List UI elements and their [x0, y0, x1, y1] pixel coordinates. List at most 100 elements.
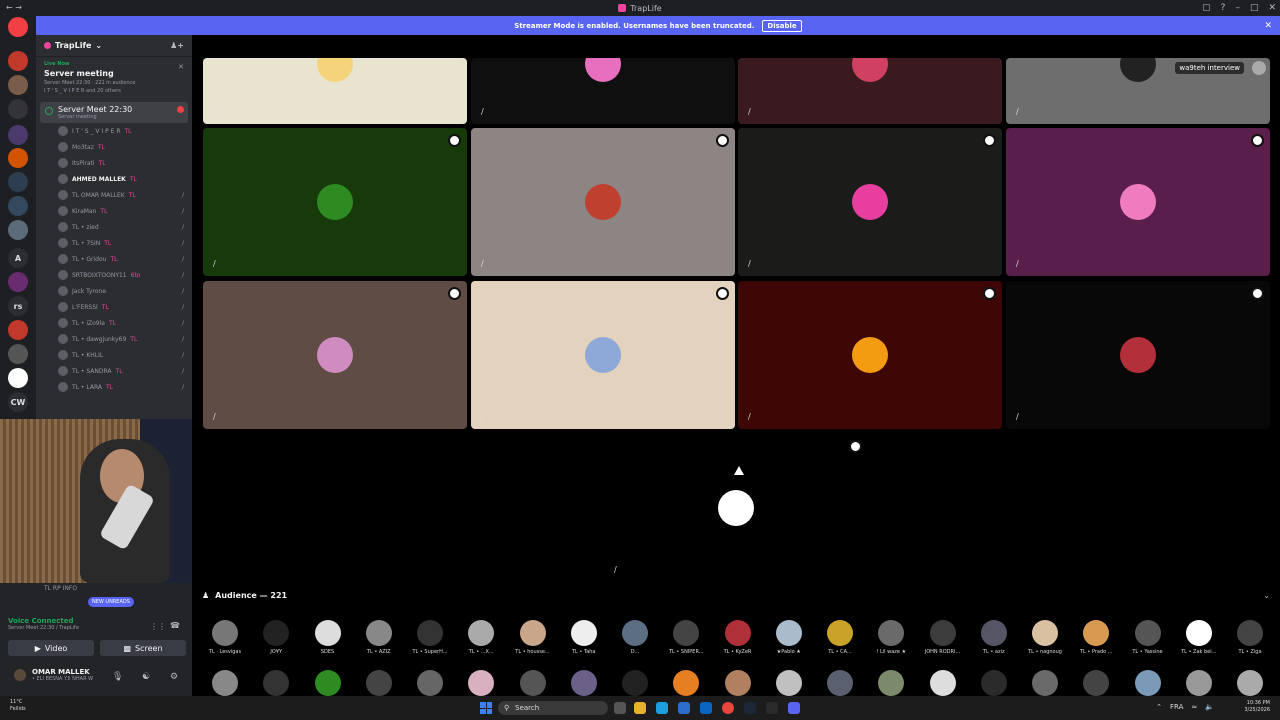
stage-member[interactable]: AHMED MALLEK TL — [36, 171, 192, 187]
stage-member[interactable]: SRTBOIXTOONY11 6to ∕ — [36, 267, 192, 283]
audience-member[interactable] — [303, 670, 353, 696]
participant-tile[interactable]: ∕ — [1006, 281, 1270, 429]
audience-member[interactable] — [815, 670, 865, 696]
discord-icon[interactable] — [788, 702, 800, 714]
server-icon[interactable] — [8, 368, 28, 388]
store-icon[interactable] — [678, 702, 690, 714]
stage-member[interactable]: TL • Gridou TL ∕ — [36, 251, 192, 267]
server-icon[interactable]: CW — [8, 392, 28, 412]
audience-member[interactable]: TL • Prado ... — [1071, 620, 1121, 655]
server-icon[interactable] — [8, 220, 28, 240]
audience-member[interactable]: TL • SuperH... — [405, 620, 455, 655]
banner-close-icon[interactable]: ✕ — [1264, 21, 1272, 31]
stage-member[interactable]: ItsPirati TL — [36, 155, 192, 171]
server-icon[interactable] — [8, 320, 28, 340]
screen-share-button[interactable]: ▩ Screen — [100, 640, 186, 656]
watch-stream-icon[interactable] — [448, 287, 461, 300]
participant-tile[interactable]: ∕ — [471, 58, 735, 124]
server-icon[interactable] — [8, 17, 28, 37]
audience-member[interactable]: D... — [610, 620, 660, 655]
participant-tile[interactable]: ∕ — [1006, 128, 1270, 276]
participant-tile[interactable]: ∕ — [471, 281, 735, 429]
stage-member[interactable]: TL • iZo9la TL ∕ — [36, 315, 192, 331]
audience-member[interactable] — [661, 670, 711, 696]
stage-member[interactable]: TL • zied ∕ — [36, 219, 192, 235]
disconnect-icon[interactable]: ☎ — [170, 621, 180, 630]
chrome-icon[interactable] — [722, 702, 734, 714]
wifi-icon[interactable]: ≈ — [1191, 703, 1197, 711]
audience-member[interactable] — [866, 670, 916, 696]
watch-stream-icon[interactable] — [448, 134, 461, 147]
audience-member[interactable]: TL • housse... — [508, 620, 558, 655]
audience-member[interactable] — [508, 670, 558, 696]
participant-tile[interactable]: ∕ — [738, 58, 1002, 124]
audience-member[interactable] — [251, 670, 301, 696]
stage-channel[interactable]: Server Meet 22:30 Server meeting — [40, 102, 188, 123]
watch-stream-icon[interactable] — [716, 134, 729, 147]
server-icon[interactable] — [8, 196, 28, 216]
watch-stream-icon[interactable] — [1251, 134, 1264, 147]
audience-member[interactable] — [1020, 670, 1070, 696]
headphones-icon[interactable]: ☯ — [142, 672, 150, 682]
volume-icon[interactable]: 🔈 — [1205, 703, 1214, 711]
start-button[interactable] — [480, 702, 492, 714]
watch-stream-icon[interactable] — [849, 440, 862, 453]
audience-member[interactable] — [1123, 670, 1173, 696]
server-icon[interactable] — [8, 272, 28, 292]
audience-member[interactable]: TL · Lesvigas — [200, 620, 250, 655]
app-icon[interactable] — [766, 702, 778, 714]
participant-tile[interactable]: ∕ — [203, 58, 467, 124]
audience-member[interactable] — [200, 670, 250, 696]
audience-member[interactable] — [1174, 670, 1224, 696]
audience-member[interactable] — [969, 670, 1019, 696]
collapse-audience-icon[interactable]: ⌄ — [1263, 591, 1270, 600]
taskbar-search[interactable]: ⚲ Search — [498, 701, 608, 715]
audience-member[interactable]: TL • ...X... — [456, 620, 506, 655]
participant-tile[interactable]: ∕ — [203, 128, 467, 276]
server-header[interactable]: TrapLife ⌄ ♟+ — [36, 35, 192, 57]
audience-member[interactable]: TL • Taha — [559, 620, 609, 655]
steam-icon[interactable] — [744, 702, 756, 714]
participant-tile[interactable]: ∕ wa9teh interview — [1006, 58, 1270, 124]
watch-stream-icon[interactable] — [983, 134, 996, 147]
task-view-icon[interactable] — [614, 702, 626, 714]
audience-member[interactable]: TL • Yassine — [1123, 620, 1173, 655]
stage-member[interactable]: TL • LARA TL ∕ — [36, 379, 192, 395]
audience-member[interactable] — [456, 670, 506, 696]
audience-member[interactable]: ! Lil waze ★ — [866, 620, 916, 655]
audience-member[interactable]: TL • SNIPER... — [661, 620, 711, 655]
watch-stream-icon[interactable] — [716, 287, 729, 300]
audience-member[interactable] — [559, 670, 609, 696]
audience-member[interactable]: JOHN RODRI... — [918, 620, 968, 655]
stage-member[interactable]: TL • dawgjunky69 TL ∕ — [36, 331, 192, 347]
server-icon[interactable] — [8, 172, 28, 192]
clock[interactable]: 10:36 PM 3/25/2026 — [1244, 700, 1270, 714]
audience-member[interactable]: TL • CA... — [815, 620, 865, 655]
stage-member[interactable]: Jack Tyrone ∕ — [36, 283, 192, 299]
audience-member[interactable] — [713, 670, 763, 696]
file-explorer-icon[interactable] — [634, 702, 646, 714]
minimize-button[interactable]: – — [1235, 3, 1240, 13]
audience-member[interactable] — [764, 670, 814, 696]
audience-member[interactable]: TL • aziz — [969, 620, 1019, 655]
server-icon[interactable] — [8, 344, 28, 364]
audience-member[interactable]: JO¥Y — [251, 620, 301, 655]
audience-member[interactable] — [918, 670, 968, 696]
dismiss-live-icon[interactable]: ✕ — [178, 63, 184, 71]
audience-member[interactable] — [405, 670, 455, 696]
weather-widget[interactable]: 11°C Fellids — [10, 699, 26, 713]
audience-member[interactable]: SDES — [303, 620, 353, 655]
server-icon[interactable] — [8, 75, 28, 95]
server-icon[interactable]: A — [8, 248, 28, 268]
server-icon[interactable] — [8, 125, 28, 145]
audience-member[interactable] — [1071, 670, 1121, 696]
stage-member[interactable]: TL • KHLIL ∕ — [36, 347, 192, 363]
stage-member[interactable]: TL • SANDRA TL ∕ — [36, 363, 192, 379]
stage-member[interactable]: Mo3taz TL — [36, 139, 192, 155]
add-member-icon[interactable]: ♟+ — [170, 41, 184, 50]
maximize-button[interactable]: □ — [1250, 3, 1259, 13]
settings-gear-icon[interactable]: ⚙ — [170, 672, 178, 682]
participant-tile[interactable]: ∕ — [203, 281, 467, 429]
watch-stream-icon[interactable] — [983, 287, 996, 300]
close-window-button[interactable]: ✕ — [1268, 3, 1276, 13]
